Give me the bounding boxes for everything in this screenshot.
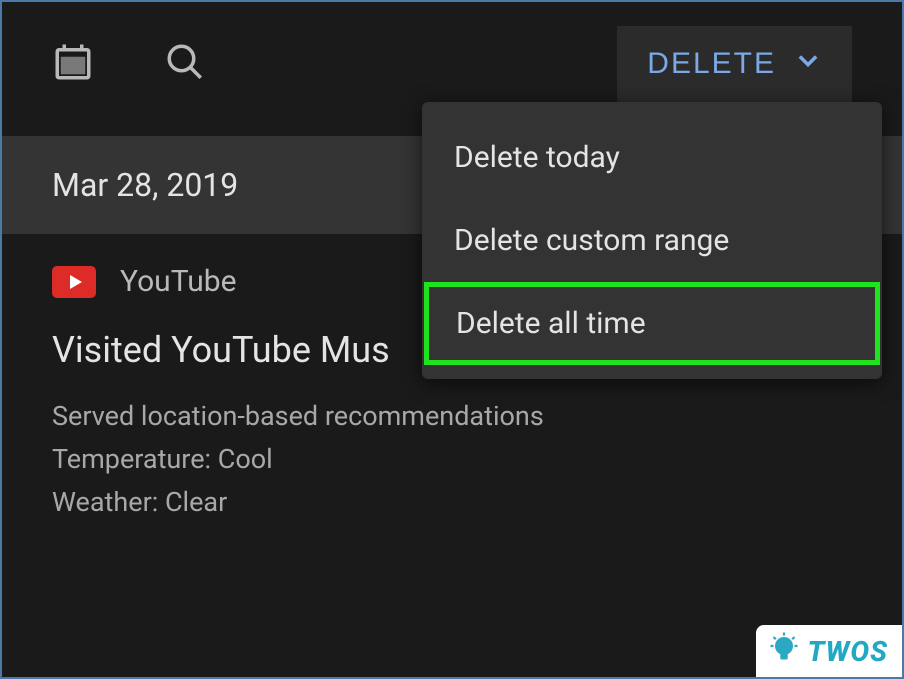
delete-button-label: DELETE [647,47,776,81]
lightbulb-icon [766,631,802,671]
watermark-text: TWOS [808,635,889,668]
dropdown-item-delete-all-time[interactable]: Delete all time [424,282,880,365]
delete-button[interactable]: DELETE [617,26,852,102]
youtube-icon [52,266,96,298]
activity-detail-recs: Served location-based recommendations [52,395,852,438]
activity-detail-temperature: Temperature: Cool [52,438,852,481]
activity-detail-weather: Weather: Clear [52,481,852,524]
activity-source-label: YouTube [120,264,237,299]
chevron-down-icon [794,46,822,82]
delete-dropdown: Delete today Delete custom range Delete … [422,102,882,379]
calendar-icon[interactable] [52,41,94,87]
watermark: TWOS [756,625,903,677]
search-icon[interactable] [164,41,206,87]
dropdown-item-delete-today[interactable]: Delete today [422,116,882,199]
dropdown-item-delete-custom-range[interactable]: Delete custom range [422,199,882,282]
